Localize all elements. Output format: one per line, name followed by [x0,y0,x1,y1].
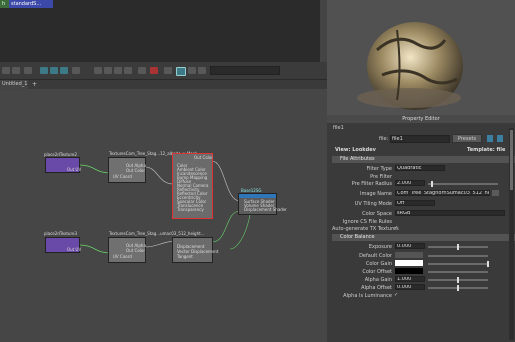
node-graph-canvas[interactable]: place2dTexture2 Out UV TexturesCom_Tree_… [0,89,327,342]
filter-type-dropdown[interactable]: Quadratic [395,165,445,171]
uv-coord-port[interactable]: UV Coord [113,254,132,259]
layout-simple-icon[interactable] [94,67,102,74]
node-title: TexturesCom_Tree_Stag...umac03_512_heigh… [109,231,205,236]
pin-icon[interactable] [150,67,158,74]
folder-icon[interactable] [492,190,499,196]
material-preview[interactable] [327,0,515,115]
connection-lines [78,160,251,254]
add-node-icon[interactable] [188,67,196,74]
shader-node[interactable]: standardSurface Out Color Color Ambient … [172,153,213,219]
alpha-gain-label: Alpha Gain [364,277,392,283]
property-editor-title: Property Editor [327,115,515,123]
place2d-texture-node-2[interactable]: place2dTexture3 Out UV [44,231,81,253]
layout-connected-icon[interactable] [104,67,112,74]
hide-icon[interactable] [497,135,503,142]
auto-tx-checkbox[interactable]: ✓ [394,225,398,231]
graph-input-icon[interactable] [24,67,32,74]
graph-both-icon[interactable] [50,67,58,74]
scrollbar-thumb[interactable] [510,130,513,190]
alpha-is-luminance-checkbox[interactable]: ✓ [394,292,398,298]
color-space-label: Color Space [362,211,392,217]
color-gain-swatch[interactable] [395,260,423,266]
tab-untitled-1[interactable]: Untitled_1 [0,80,28,89]
clear-graph-icon[interactable] [60,67,68,74]
out-color-port[interactable]: Out Color [126,168,145,173]
out-uv-port[interactable]: Out UV [67,247,81,252]
node-title: place2dTexture3 [44,231,78,236]
out-uv-port[interactable]: Out UV [67,167,81,172]
node-name-label: file1 [333,125,344,131]
file-node-1[interactable]: TexturesCom_Tree_Stag...12_albedo_s_Mask… [108,151,197,183]
color-gain-label: Color Gain [365,261,392,267]
filter-type-label: Filter Type [366,166,392,172]
uv-tiling-label: UV Tiling Mode [354,201,392,207]
alpha-offset-label: Alpha Offset [361,285,392,291]
auto-tx-label: Auto-generate TX Textures [332,226,399,232]
color-space-dropdown[interactable]: sRGB [395,210,505,216]
color-offset-label: Color Offset [362,269,392,275]
pre-filter-radius-label: Pre Filter Radius [351,181,392,187]
graph-tab-bar: Untitled_1 + [0,80,327,89]
file-attributes-section[interactable]: File Attributes [332,156,515,163]
displacement-shader-port[interactable]: Displacement Shader [244,207,287,212]
exposure-knob[interactable] [457,244,459,250]
node-title: place2dTexture2 [44,152,78,157]
default-color-slider[interactable] [428,255,488,257]
grid-toggle-icon[interactable] [138,67,146,74]
viewport-panel: h standardS... [0,0,320,62]
graph-output-icon[interactable] [40,67,48,74]
transparency-port[interactable]: Transparency [177,207,204,212]
default-color-label: Default Color [359,253,392,259]
alpha-is-luminance-label: Alpha Is Luminance [343,293,392,299]
select-icon[interactable] [176,67,186,76]
view-label[interactable]: View: Lookdev [335,147,376,153]
file-node-2[interactable]: TexturesCom_Tree_Stag...umac03_512_heigh… [108,231,204,263]
pre-filter-radius-knob[interactable] [431,181,433,187]
color-gain-slider[interactable] [428,263,488,265]
ignore-cs-label: Ignore CS File Rules [342,219,392,225]
preview-sphere-image [357,22,463,110]
material-tab[interactable]: standardS... [9,0,53,8]
out-color-port[interactable]: Out Color [126,248,145,253]
node-name-field[interactable]: file1 [390,135,450,143]
filter-icon[interactable] [164,67,172,74]
exposure-label: Exposure [368,244,392,250]
pre-filter-label: Pre Filter [370,174,392,180]
color-offset-swatch[interactable] [395,268,423,274]
template-label[interactable]: Template: file [467,147,505,153]
alpha-gain-knob[interactable] [457,277,459,283]
uv-coord-port[interactable]: UV Coord [113,174,132,179]
search-icon[interactable] [198,67,206,74]
graph-toolbar [0,62,327,80]
alpha-gain-field[interactable]: 1.000 [395,276,425,282]
color-offset-slider[interactable] [428,271,488,273]
place2d-texture-node-1[interactable]: place2dTexture2 Out UV [44,152,81,173]
out-color-port[interactable]: Out Color [194,155,213,160]
shading-group-node[interactable]: Base12SG Surface Shader Volume Shader Di… [238,188,287,215]
frame-selected-icon[interactable] [12,67,20,74]
search-input[interactable] [210,66,280,75]
uv-tiling-dropdown[interactable]: Off [395,200,435,206]
alpha-offset-field[interactable]: 0.000 [395,284,425,290]
pre-filter-radius-slider[interactable] [428,183,498,185]
alpha-offset-knob[interactable] [457,285,459,291]
displacement-node[interactable]: displacementShader1 Displacement Vector … [172,237,219,263]
presets-button[interactable]: Presets [452,134,482,143]
image-name-label: Image Name [360,191,392,197]
remove-node-icon[interactable] [72,67,80,74]
show-icon[interactable] [487,135,493,142]
image-name-field[interactable]: Com_Tree_StaghornSumac03_512_height.tif [395,190,490,196]
frame-all-icon[interactable] [2,67,10,74]
node-title: Base12SG [241,188,262,193]
add-tab-button[interactable]: + [32,80,37,89]
pre-filter-radius-field[interactable]: 2.000 [395,180,425,186]
layout-custom-icon[interactable] [124,67,132,74]
color-gain-knob[interactable] [487,261,489,267]
file-label: file: [379,136,389,142]
tangent-port[interactable]: Tangent [177,254,193,259]
layout-full-icon[interactable] [114,67,122,74]
exposure-field[interactable]: 0.000 [395,243,425,249]
default-color-swatch[interactable] [395,252,423,258]
color-balance-section[interactable]: Color Balance [332,234,515,241]
